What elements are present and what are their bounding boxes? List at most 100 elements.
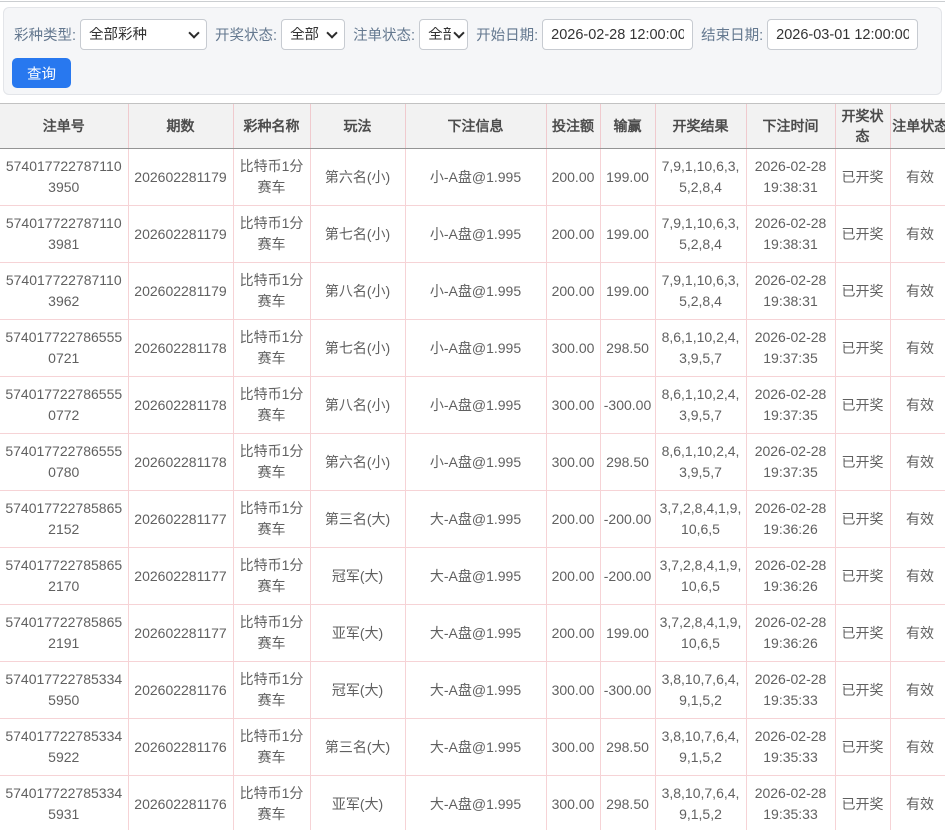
cell-play-type: 第六名(小): [310, 149, 405, 206]
cell-order-no: 5740177227853345922: [0, 719, 128, 776]
cell-order-no: 5740177227865550772: [0, 377, 128, 434]
column-header-bet-amount: 投注额: [546, 104, 600, 149]
table-row: 5740177227858652170202602281177比特币1分赛车冠军…: [0, 548, 945, 605]
cell-play-type: 第八名(小): [310, 377, 405, 434]
cell-period: 202602281178: [128, 320, 233, 377]
cell-draw-status: 已开奖: [835, 434, 890, 491]
cell-bet-amount: 300.00: [546, 662, 600, 719]
cell-draw-result: 3,8,10,7,6,4,9,1,5,2: [655, 776, 746, 830]
cell-lottery-name: 比特币1分赛车: [233, 548, 310, 605]
cell-bet-info: 大-A盘@1.995: [405, 719, 546, 776]
cell-order-no: 5740177227865550780: [0, 434, 128, 491]
cell-period: 202602281176: [128, 719, 233, 776]
cell-bet-time: 2026-02-28 19:37:35: [746, 320, 835, 377]
cell-play-type: 亚军(大): [310, 776, 405, 830]
cell-lottery-name: 比特币1分赛车: [233, 377, 310, 434]
cell-lottery-name: 比特币1分赛车: [233, 605, 310, 662]
cell-draw-status: 已开奖: [835, 320, 890, 377]
table-row: 5740177227858652152202602281177比特币1分赛车第三…: [0, 491, 945, 548]
table-row: 5740177227871103950202602281179比特币1分赛车第六…: [0, 149, 945, 206]
cell-win-loss: -300.00: [600, 377, 655, 434]
lottery-type-label: 彩种类型:: [14, 24, 76, 45]
cell-bet-time: 2026-02-28 19:36:26: [746, 491, 835, 548]
cell-bet-amount: 200.00: [546, 548, 600, 605]
column-header-play-type: 玩法: [310, 104, 405, 149]
cell-draw-result: 3,8,10,7,6,4,9,1,5,2: [655, 662, 746, 719]
lottery-type-select[interactable]: 全部彩种: [80, 19, 207, 50]
cell-bet-time: 2026-02-28 19:38:31: [746, 263, 835, 320]
cell-period: 202602281176: [128, 662, 233, 719]
draw-status-label: 开奖状态:: [215, 24, 277, 45]
cell-lottery-name: 比特币1分赛车: [233, 263, 310, 320]
cell-play-type: 第七名(小): [310, 320, 405, 377]
cell-bet-time: 2026-02-28 19:35:33: [746, 719, 835, 776]
search-button[interactable]: 查询: [12, 58, 71, 88]
end-date-input[interactable]: [767, 19, 918, 50]
cell-draw-status: 已开奖: [835, 548, 890, 605]
table-row: 5740177227865550721202602281178比特币1分赛车第七…: [0, 320, 945, 377]
cell-bet-amount: 200.00: [546, 605, 600, 662]
column-header-bet-info: 下注信息: [405, 104, 546, 149]
column-header-lottery-name: 彩种名称: [233, 104, 310, 149]
cell-draw-result: 3,7,2,8,4,1,9,10,6,5: [655, 605, 746, 662]
cell-bet-amount: 300.00: [546, 719, 600, 776]
cell-lottery-name: 比特币1分赛车: [233, 491, 310, 548]
cell-bet-info: 小-A盘@1.995: [405, 149, 546, 206]
cell-order-status: 有效: [890, 149, 945, 206]
cell-play-type: 第三名(大): [310, 491, 405, 548]
column-header-order-no: 注单号: [0, 104, 128, 149]
cell-order-no: 5740177227871103981: [0, 206, 128, 263]
cell-bet-amount: 200.00: [546, 149, 600, 206]
cell-period: 202602281177: [128, 491, 233, 548]
cell-bet-amount: 300.00: [546, 776, 600, 830]
start-date-input[interactable]: [542, 19, 693, 50]
cell-bet-info: 大-A盘@1.995: [405, 776, 546, 830]
cell-order-no: 5740177227871103962: [0, 263, 128, 320]
cell-draw-status: 已开奖: [835, 662, 890, 719]
column-header-bet-time: 下注时间: [746, 104, 835, 149]
end-date-label: 结束日期:: [701, 24, 763, 45]
cell-bet-info: 小-A盘@1.995: [405, 206, 546, 263]
top-divider: [0, 1, 945, 2]
cell-bet-info: 小-A盘@1.995: [405, 320, 546, 377]
cell-bet-time: 2026-02-28 19:37:35: [746, 434, 835, 491]
table-row: 5740177227865550780202602281178比特币1分赛车第六…: [0, 434, 945, 491]
cell-draw-result: 8,6,1,10,2,4,3,9,5,7: [655, 434, 746, 491]
cell-bet-amount: 300.00: [546, 434, 600, 491]
cell-order-status: 有效: [890, 605, 945, 662]
cell-order-status: 有效: [890, 719, 945, 776]
cell-play-type: 第七名(小): [310, 206, 405, 263]
cell-lottery-name: 比特币1分赛车: [233, 434, 310, 491]
cell-bet-time: 2026-02-28 19:38:31: [746, 149, 835, 206]
draw-status-select[interactable]: 全部: [281, 19, 345, 50]
cell-period: 202602281179: [128, 206, 233, 263]
cell-bet-amount: 300.00: [546, 377, 600, 434]
cell-win-loss: 298.50: [600, 320, 655, 377]
cell-play-type: 冠军(大): [310, 548, 405, 605]
cell-lottery-name: 比特币1分赛车: [233, 149, 310, 206]
cell-draw-result: 3,8,10,7,6,4,9,1,5,2: [655, 719, 746, 776]
cell-period: 202602281176: [128, 776, 233, 830]
cell-lottery-name: 比特币1分赛车: [233, 719, 310, 776]
table-body: 5740177227871103950202602281179比特币1分赛车第六…: [0, 149, 945, 830]
cell-bet-amount: 300.00: [546, 320, 600, 377]
cell-win-loss: 199.00: [600, 149, 655, 206]
start-date-label: 开始日期:: [476, 24, 538, 45]
column-header-period: 期数: [128, 104, 233, 149]
cell-bet-amount: 200.00: [546, 206, 600, 263]
cell-draw-status: 已开奖: [835, 719, 890, 776]
cell-order-status: 有效: [890, 662, 945, 719]
cell-lottery-name: 比特币1分赛车: [233, 662, 310, 719]
cell-draw-result: 7,9,1,10,6,3,5,2,8,4: [655, 263, 746, 320]
cell-order-status: 有效: [890, 491, 945, 548]
order-status-select[interactable]: 全部: [419, 19, 468, 50]
cell-win-loss: 298.50: [600, 719, 655, 776]
cell-bet-time: 2026-02-28 19:36:26: [746, 605, 835, 662]
cell-win-loss: -300.00: [600, 662, 655, 719]
cell-draw-status: 已开奖: [835, 377, 890, 434]
cell-period: 202602281178: [128, 434, 233, 491]
cell-order-status: 有效: [890, 548, 945, 605]
cell-period: 202602281177: [128, 605, 233, 662]
cell-bet-time: 2026-02-28 19:37:35: [746, 377, 835, 434]
cell-order-no: 5740177227858652170: [0, 548, 128, 605]
